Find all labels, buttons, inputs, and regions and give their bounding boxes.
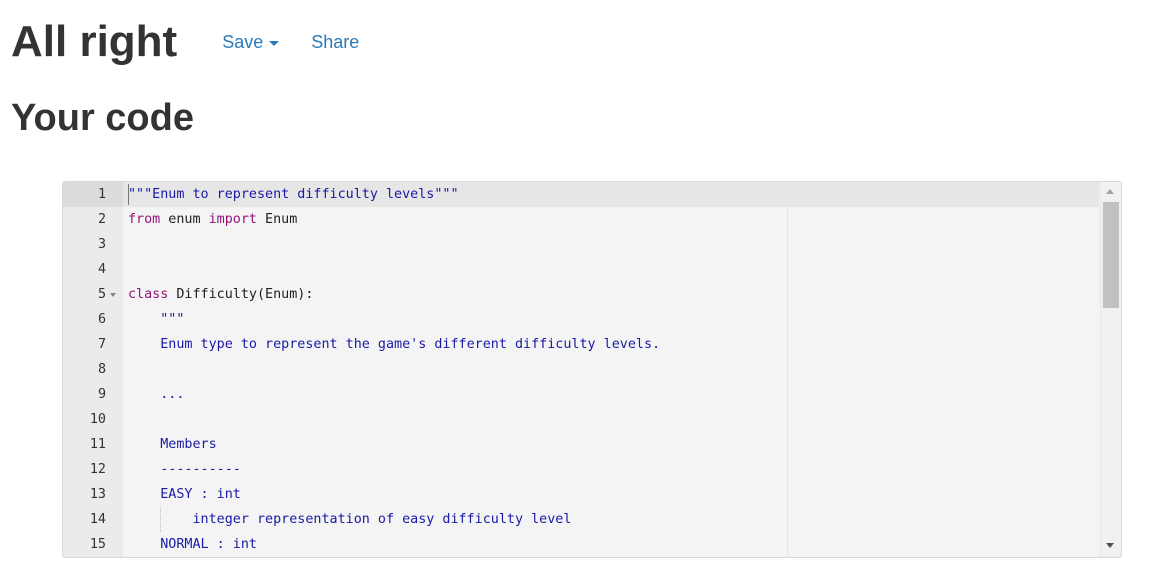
scroll-up-arrow-icon[interactable]: [1106, 189, 1114, 194]
code-token-keyword: import: [208, 212, 257, 227]
code-line: 6 """: [63, 307, 1099, 332]
line-number: 15: [89, 537, 106, 552]
code-line: 2 from enum import Enum: [63, 207, 1099, 232]
line-number: 5: [97, 287, 106, 302]
code-token-string: EASY : int: [128, 487, 241, 502]
code-token-string: ...: [128, 387, 185, 402]
scrollbar-thumb[interactable]: [1103, 202, 1119, 308]
code-line: 9 ...: [63, 382, 1099, 407]
code-line: 13 EASY : int: [63, 482, 1099, 507]
code-token-string: ----------: [128, 462, 241, 477]
fold-arrow-icon[interactable]: [110, 293, 116, 297]
line-number: 8: [97, 362, 106, 377]
vertical-scrollbar[interactable]: [1100, 182, 1121, 557]
line-number: 13: [89, 487, 106, 502]
line-number: 2: [97, 212, 106, 227]
code-text: ...: [128, 382, 184, 407]
header-actions: Save Share: [222, 32, 359, 53]
code-text: """Enum to represent difficulty levels""…: [128, 182, 459, 207]
line-number: 3: [97, 237, 106, 252]
line-number: 10: [89, 412, 106, 427]
code-text: integer representation of easy difficult…: [128, 507, 571, 532]
code-line: 1 """Enum to represent difficulty levels"…: [63, 182, 1099, 207]
code-line: 14 integer representation of easy diffic…: [63, 507, 1099, 532]
line-number: 11: [89, 437, 106, 452]
code-line: 3: [63, 232, 1099, 257]
code-token-string: """: [128, 312, 185, 327]
line-number: 12: [89, 462, 106, 477]
code-token-string: integer representation of easy difficult…: [128, 512, 572, 527]
code-token-plain: Enum: [257, 212, 298, 227]
code-text: class Difficulty(Enum):: [128, 282, 313, 307]
code-line: 10: [63, 407, 1099, 432]
line-number: 1: [97, 187, 106, 202]
code-text: ----------: [128, 457, 241, 482]
line-number: 9: [97, 387, 106, 402]
scroll-down-arrow-icon[interactable]: [1106, 543, 1114, 548]
code-token-string: NORMAL : int: [128, 537, 257, 552]
code-token-string: Members: [128, 437, 217, 452]
line-number: 6: [97, 312, 106, 327]
save-dropdown-button[interactable]: Save: [222, 32, 280, 53]
code-text: Members: [128, 432, 217, 457]
code-text: EASY : int: [128, 482, 241, 507]
code-text: NORMAL : int: [128, 532, 257, 557]
code-text: from enum import Enum: [128, 207, 297, 232]
code-line: 7 Enum type to represent the game's diff…: [63, 332, 1099, 357]
code-token-plain: enum: [160, 212, 209, 227]
page-title: All right: [11, 17, 178, 66]
page-header: All right Save Share: [11, 14, 359, 70]
line-number: 4: [97, 262, 106, 277]
code-line: 8: [63, 357, 1099, 382]
code-token-keyword: class: [128, 287, 169, 302]
code-line: 4: [63, 257, 1099, 282]
code-lines: 1 """Enum to represent difficulty levels"…: [63, 182, 1099, 557]
code-text: Enum type to represent the game's differ…: [128, 332, 660, 357]
code-token-plain: Difficulty(Enum):: [168, 287, 314, 302]
line-number: 7: [97, 337, 106, 352]
code-editor[interactable]: 1 """Enum to represent difficulty levels"…: [62, 181, 1122, 558]
section-title: Your code: [11, 97, 194, 139]
text-cursor: [128, 184, 129, 205]
code-token-keyword: from: [128, 212, 161, 227]
code-text: """: [128, 307, 184, 332]
code-token-string: """Enum to represent difficulty levels""…: [128, 187, 459, 202]
code-line: 11 Members: [63, 432, 1099, 457]
line-number: 14: [89, 512, 106, 527]
code-line: 15 NORMAL : int: [63, 532, 1099, 557]
code-line: 5 class Difficulty(Enum):: [63, 282, 1099, 307]
code-token-string: Enum type to represent the game's differ…: [128, 337, 661, 352]
caret-down-icon: [269, 41, 280, 46]
save-button-label: Save: [222, 32, 264, 52]
code-line: 12 ----------: [63, 457, 1099, 482]
share-button[interactable]: Share: [311, 32, 359, 53]
